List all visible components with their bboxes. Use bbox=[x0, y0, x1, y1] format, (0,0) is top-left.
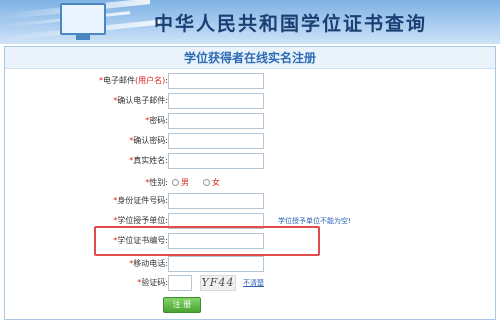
row-id-number: *身份证件号码: bbox=[0, 193, 490, 211]
register-button[interactable]: 注 册 bbox=[163, 297, 201, 313]
header-banner: 中华人民共和国学位证书查询 bbox=[0, 0, 500, 44]
row-mobile: *移动电话: bbox=[0, 256, 490, 274]
row-password: *密码: bbox=[0, 113, 490, 131]
row-confirm-password: *确认密码: bbox=[0, 133, 490, 151]
degree-unit-help-link[interactable]: 学位授予单位不能为空! bbox=[278, 216, 351, 226]
row-email: *电子邮件(用户名): bbox=[0, 73, 490, 91]
radio-icon bbox=[203, 179, 210, 186]
form-title: 学位获得者在线实名注册 bbox=[5, 47, 495, 69]
captcha-refresh-link[interactable]: 不清楚 bbox=[243, 278, 264, 288]
confirm-password-field[interactable] bbox=[168, 133, 264, 149]
confirm-password-label: *确认密码: bbox=[129, 136, 168, 145]
site-title: 中华人民共和国学位证书查询 bbox=[154, 13, 428, 35]
real-name-label: *真实姓名: bbox=[129, 156, 168, 165]
confirm-email-field[interactable] bbox=[168, 93, 264, 109]
password-label: *密码: bbox=[145, 116, 168, 125]
highlight-box bbox=[94, 226, 320, 256]
real-name-field[interactable] bbox=[168, 153, 264, 169]
mobile-field[interactable] bbox=[168, 256, 264, 272]
captcha-image[interactable]: YF44 bbox=[200, 275, 236, 291]
degree-unit-label: *学位授予单位: bbox=[113, 216, 168, 225]
gender-male-radio[interactable]: 男 bbox=[172, 177, 189, 188]
row-gender: *性别: 男 女 bbox=[0, 175, 490, 193]
row-real-name: *真实姓名: bbox=[0, 153, 490, 171]
id-number-field[interactable] bbox=[168, 193, 264, 209]
radio-icon bbox=[172, 179, 179, 186]
id-number-label: *身份证件号码: bbox=[113, 196, 168, 205]
gender-female-radio[interactable]: 女 bbox=[203, 177, 220, 188]
row-confirm-email: *确认电子邮件: bbox=[0, 93, 490, 111]
captcha-field[interactable] bbox=[168, 275, 192, 291]
row-captcha: *验证码: YF44 不清楚 bbox=[0, 275, 490, 293]
email-label: *电子邮件(用户名): bbox=[99, 76, 168, 85]
password-field[interactable] bbox=[168, 113, 264, 129]
confirm-email-label: *确认电子邮件: bbox=[113, 96, 168, 105]
mobile-label: *移动电话: bbox=[129, 259, 168, 268]
captcha-label: *验证码: bbox=[137, 278, 168, 287]
gender-label: *性别: bbox=[145, 178, 168, 187]
monitor-icon bbox=[60, 3, 106, 40]
email-field[interactable] bbox=[168, 73, 264, 89]
